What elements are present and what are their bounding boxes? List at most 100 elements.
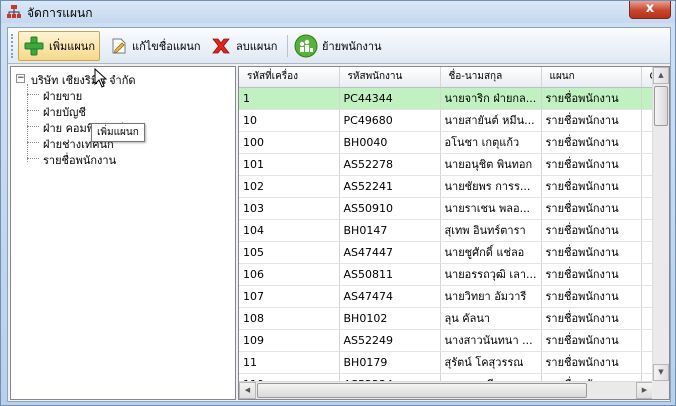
cell-full-name[interactable]: สุเทพ อินทร์ตารา (440, 219, 542, 242)
cell-full-name[interactable]: อโนชา เกตุแก้ว (440, 131, 542, 154)
table-row[interactable]: 108 BH0102 ลุน คัลนา รายชื่อพนักงาน (239, 307, 669, 330)
cell-department[interactable]: รายชื่อพนักงาน (541, 219, 642, 242)
scroll-left-icon[interactable]: ◀ (239, 382, 256, 399)
delete-department-button[interactable]: ลบแผนก (206, 31, 281, 61)
table-row[interactable]: 107 AS47474 นายวิทยา อัมวารี รายชื่อพนักงาน (239, 285, 669, 308)
cell-machine-code[interactable]: 101 (239, 153, 340, 176)
cell-machine-code[interactable]: 109 (239, 329, 340, 352)
title-bar[interactable]: จัดการแผนก x (1, 1, 675, 23)
table-row[interactable]: 100 BH0040 อโนชา เกตุแก้ว รายชื่อพนักงาน (239, 131, 669, 154)
horizontal-scroll-thumb[interactable] (257, 383, 587, 398)
cell-department[interactable]: รายชื่อพนักงาน (541, 329, 642, 352)
table-row[interactable]: 109 AS52249 นางสาวนันทนา ... รายชื่อพนักงาน (239, 329, 669, 352)
vertical-scrollbar[interactable]: ▲ ▼ (652, 67, 669, 381)
column-header-department[interactable]: แผนก (541, 67, 642, 88)
toolbar: เพิ่มแผนก แก้ไขชื่อแผนก ลบแผนก ย้ายพนักง… (8, 28, 670, 64)
cell-employee-code[interactable]: AS47474 (339, 285, 441, 308)
cell-full-name[interactable]: นายราเชน พลอ... (440, 197, 542, 220)
toolbar-separator (287, 35, 288, 57)
edit-page-icon (112, 38, 126, 54)
column-header-employee-code[interactable]: รหัสพนักงาน (339, 67, 441, 88)
cell-full-name[interactable]: นายจาริก ฝ่ายกล... (440, 87, 542, 110)
add-department-label: เพิ่มแผนก (49, 40, 95, 53)
department-tree[interactable]: − บริษัท เชียงริมิน จำกัด ฝ่ายขาย ฝ่ายบั… (10, 66, 236, 400)
delete-x-icon (212, 38, 230, 54)
cell-machine-code[interactable]: 105 (239, 241, 340, 264)
edit-department-label: แก้ไขชื่อแผนก (132, 40, 201, 53)
cell-department[interactable]: รายชื่อพนักงาน (541, 263, 642, 286)
table-row[interactable]: 11 BH0179 สุรัตน์ โคสุวรรณ รายชื่อพนักงาน (239, 351, 669, 374)
move-people-icon (294, 34, 318, 58)
add-department-button[interactable]: เพิ่มแผนก (18, 31, 100, 61)
cell-department[interactable]: รายชื่อพนักงาน (541, 351, 642, 374)
cell-department[interactable]: รายชื่อพนักงาน (541, 109, 642, 132)
tree-connector (27, 158, 39, 159)
cell-full-name[interactable]: นายอรรถวุฒิ เลา... (440, 263, 542, 286)
cell-department[interactable]: รายชื่อพนักงาน (541, 197, 642, 220)
toolbar-grip[interactable] (11, 34, 14, 58)
cell-machine-code[interactable]: 107 (239, 285, 340, 308)
cell-department[interactable]: รายชื่อพนักงาน (541, 131, 642, 154)
cell-full-name[interactable]: ลุน คัลนา (440, 307, 542, 330)
table-row[interactable]: 10 PC49680 นายสายันต์ หมีน... รายชื่อพนักงา… (239, 109, 669, 132)
cell-department[interactable]: รายชื่อพนักงาน (541, 175, 642, 198)
cell-full-name[interactable]: นายวิทยา อัมวารี (440, 285, 542, 308)
cell-employee-code[interactable]: AS52241 (339, 175, 441, 198)
tree-connector (27, 142, 39, 143)
scroll-up-icon[interactable]: ▲ (653, 67, 669, 84)
cell-department[interactable]: รายชื่อพนักงาน (541, 87, 642, 110)
mouse-cursor-icon (94, 68, 108, 88)
cell-employee-code[interactable]: BH0147 (339, 219, 441, 242)
cell-department[interactable]: รายชื่อพนักงาน (541, 241, 642, 264)
cell-employee-code[interactable]: AS50811 (339, 263, 441, 286)
tree-connector (27, 110, 39, 111)
cell-full-name[interactable]: นายสายันต์ หมีน... (440, 109, 542, 132)
cell-full-name[interactable]: นางสาวนันทนา ... (440, 329, 542, 352)
horizontal-scrollbar[interactable]: ◀ ▶ (239, 381, 653, 399)
cell-full-name[interactable]: สุรัตน์ โคสุวรรณ (440, 351, 542, 374)
cell-full-name[interactable]: นายชูศักดิ์ แช่ลอ (440, 241, 542, 264)
cell-machine-code[interactable]: 100 (239, 131, 340, 154)
cell-machine-code[interactable]: 108 (239, 307, 340, 330)
cell-employee-code[interactable]: AS50910 (339, 197, 441, 220)
cell-department[interactable]: รายชื่อพนักงาน (541, 285, 642, 308)
table-row[interactable]: 1 PC44344 นายจาริก ฝ่ายกล... รายชื่อพนักงาน (239, 87, 669, 110)
cell-department[interactable]: รายชื่อพนักงาน (541, 153, 642, 176)
cell-employee-code[interactable]: BH0102 (339, 307, 441, 330)
table-row[interactable]: 102 AS52241 นายชัยพร การร... รายชื่อพนักงาน (239, 175, 669, 198)
table-row[interactable]: 104 BH0147 สุเทพ อินทร์ตารา รายชื่อพนักงาน (239, 219, 669, 242)
cell-machine-code[interactable]: 104 (239, 219, 340, 242)
move-employee-button[interactable]: ย้ายพนักงาน (290, 31, 386, 61)
cell-employee-code[interactable]: PC49680 (339, 109, 441, 132)
tree-item-employee-list[interactable]: รายชื่อพนักงาน (43, 151, 116, 169)
vertical-scroll-thumb[interactable] (654, 86, 668, 126)
edit-department-button[interactable]: แก้ไขชื่อแผนก (106, 31, 205, 61)
cell-full-name[interactable]: นายอนุชิต พินทอก (440, 153, 542, 176)
cell-employee-code[interactable]: BH0040 (339, 131, 441, 154)
cell-employee-code[interactable]: AS47447 (339, 241, 441, 264)
cell-department[interactable]: รายชื่อพนักงาน (541, 307, 642, 330)
table-row[interactable]: 105 AS47447 นายชูศักดิ์ แช่ลอ รายชื่อพนักงา… (239, 241, 669, 264)
scroll-down-icon[interactable]: ▼ (653, 364, 669, 381)
cell-employee-code[interactable]: PC44344 (339, 87, 441, 110)
cell-machine-code[interactable]: 102 (239, 175, 340, 198)
cell-full-name[interactable]: นายชัยพร การร... (440, 175, 542, 198)
table-row[interactable]: 106 AS50811 นายอรรถวุฒิ เลา... รายชื่อพนักง… (239, 263, 669, 286)
cell-machine-code[interactable]: 1 (239, 87, 340, 110)
column-header-full-name[interactable]: ชื่อ-นามสกุล (440, 67, 542, 88)
add-plus-icon (24, 36, 44, 56)
cell-employee-code[interactable]: BH0179 (339, 351, 441, 374)
cell-machine-code[interactable]: 11 (239, 351, 340, 374)
cell-machine-code[interactable]: 103 (239, 197, 340, 220)
close-button[interactable]: x (629, 1, 671, 19)
cell-machine-code[interactable]: 10 (239, 109, 340, 132)
employee-grid[interactable]: รหัสที่เครื่อง รหัสพนักงาน ชื่อ-นามสกุล … (238, 66, 670, 400)
tree-expander[interactable]: − (16, 74, 25, 83)
cell-machine-code[interactable]: 106 (239, 263, 340, 286)
scroll-right-icon[interactable]: ▶ (636, 382, 653, 399)
cell-employee-code[interactable]: AS52249 (339, 329, 441, 352)
column-header-machine-code[interactable]: รหัสที่เครื่อง (239, 67, 340, 88)
cell-employee-code[interactable]: AS52278 (339, 153, 441, 176)
table-row[interactable]: 101 AS52278 นายอนุชิต พินทอก รายชื่อพนักงาน (239, 153, 669, 176)
table-row[interactable]: 103 AS50910 นายราเชน พลอ... รายชื่อพนักงาน (239, 197, 669, 220)
